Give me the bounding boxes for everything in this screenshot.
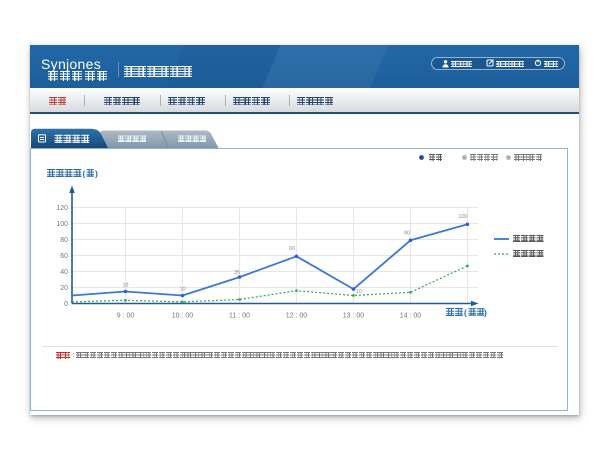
svg-text:12 : 00: 12 : 00 (286, 313, 308, 320)
svg-text:40: 40 (60, 269, 68, 276)
svg-text:): ) (484, 308, 487, 318)
svg-text:120: 120 (56, 205, 68, 212)
svg-text:(: ( (464, 308, 467, 318)
svg-text:80: 80 (60, 237, 68, 244)
svg-text:80: 80 (404, 231, 410, 237)
svg-text:): ) (95, 169, 98, 179)
svg-text:14 : 00: 14 : 00 (400, 313, 422, 320)
svg-text:20: 20 (60, 285, 68, 292)
svg-text:18: 18 (122, 283, 128, 289)
svg-text:0: 0 (64, 301, 68, 308)
svg-text:35: 35 (234, 270, 240, 276)
svg-text:60: 60 (60, 253, 68, 260)
svg-text:(: ( (83, 169, 86, 179)
svg-text:10 : 00: 10 : 00 (172, 313, 194, 320)
svg-text:60: 60 (289, 246, 295, 252)
svg-text:10: 10 (356, 289, 362, 295)
svg-text:9 : 00: 9 : 00 (117, 313, 135, 320)
svg-text:13 : 00: 13 : 00 (343, 313, 365, 320)
svg-text:100: 100 (56, 221, 68, 228)
svg-text:100: 100 (458, 214, 467, 220)
svg-text:11 : 00: 11 : 00 (229, 313, 250, 320)
svg-text:10: 10 (179, 287, 185, 293)
